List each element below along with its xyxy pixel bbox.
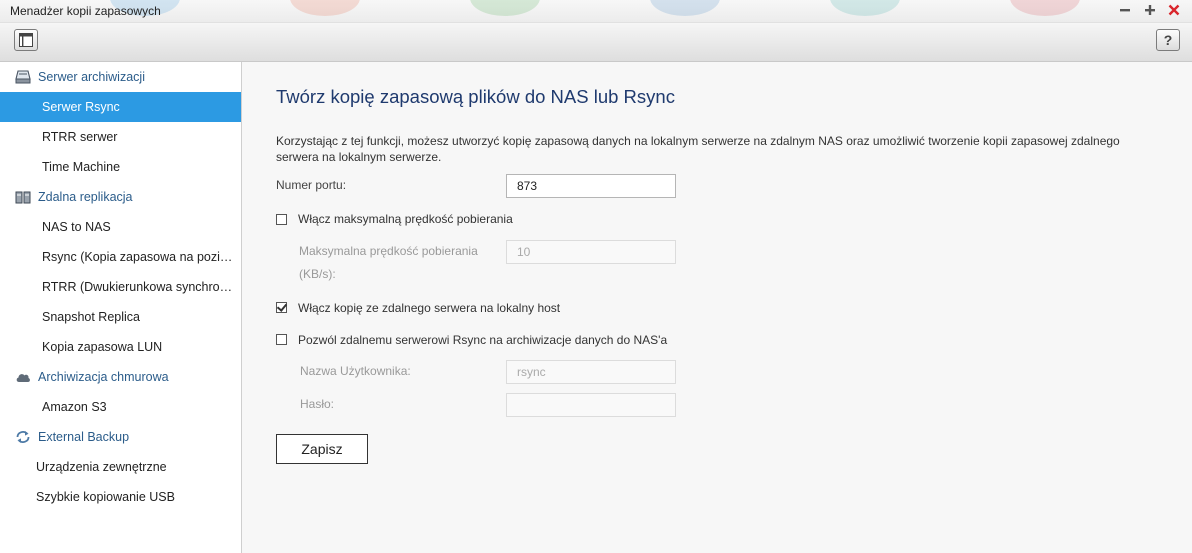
sidebar-item-amazon-s3[interactable]: Amazon S3	[0, 392, 241, 422]
maximize-icon[interactable]	[1140, 1, 1160, 21]
page-title: Twórz kopię zapasową plików do NAS lub R…	[276, 86, 675, 107]
cloud-icon	[16, 374, 30, 382]
port-label: Numer portu:	[276, 178, 347, 192]
sidebar-item-usb-quick-copy[interactable]: Szybkie kopiowanie USB	[0, 482, 241, 512]
allow-remote-rsync-checkbox-label: Pozwól zdalnemu serwerowi Rsync na archi…	[298, 333, 668, 347]
page-description: Korzystając z tej funkcji, możesz utworz…	[276, 134, 1120, 164]
background-decoration	[650, 0, 720, 16]
sidebar-layout-icon	[19, 33, 33, 47]
username-label: Nazwa Użytkownika:	[300, 364, 411, 378]
sidebar-item-lun-backup[interactable]: Kopia zapasowa LUN	[0, 332, 241, 362]
allow-remote-rsync-checkbox[interactable]	[276, 334, 287, 345]
background-decoration	[290, 0, 360, 16]
server-icon	[15, 70, 31, 84]
save-button[interactable]: Zapisz	[276, 434, 368, 464]
sidebar-group-cloud-archive: Archiwizacja chmurowa	[0, 362, 241, 392]
sidebar-group-label: External Backup	[38, 430, 130, 444]
sidebar-item-rtrr-server[interactable]: RTRR serwer	[0, 122, 241, 152]
help-button[interactable]: ?	[1156, 29, 1180, 51]
sidebar-item-rsync-server[interactable]: Serwer Rsync	[0, 92, 241, 122]
sidebar-group-archive-server: Serwer archiwizacji	[0, 62, 241, 92]
port-input[interactable]	[506, 174, 676, 198]
sidebar-item-nas-to-nas[interactable]: NAS to NAS	[0, 212, 241, 242]
max-speed-unit-label: (KB/s):	[299, 267, 336, 281]
title-bar: Menadżer kopii zapasowych	[0, 0, 1192, 23]
sync-arrows-icon	[16, 431, 30, 443]
sidebar-item-rsync-backup[interactable]: Rsync (Kopia zapasowa na poziomie plików…	[0, 242, 241, 272]
max-speed-checkbox[interactable]	[276, 214, 287, 225]
sidebar-item-time-machine[interactable]: Time Machine	[0, 152, 241, 182]
sidebar-group-label: Serwer archiwizacji	[38, 70, 145, 84]
sidebar-group-remote-replication: Zdalna replikacja	[0, 182, 241, 212]
window-title: Menadżer kopii zapasowych	[10, 4, 161, 18]
toolbar: ?	[0, 23, 1192, 62]
sidebar-item-snapshot-replica[interactable]: Snapshot Replica	[0, 302, 241, 332]
username-input[interactable]	[506, 360, 676, 384]
max-speed-checkbox-label: Włącz maksymalną prędkość pobierania	[298, 212, 513, 226]
sidebar-group-label: Archiwizacja chmurowa	[38, 370, 169, 384]
replication-icon	[15, 191, 31, 204]
password-input[interactable]	[506, 393, 676, 417]
max-speed-label: Maksymalna prędkość pobierania	[299, 244, 478, 258]
sidebar-item-external-devices[interactable]: Urządzenia zewnętrzne	[0, 452, 241, 482]
background-decoration	[1010, 0, 1080, 16]
sidebar-item-rtrr-sync[interactable]: RTRR (Dwukierunkowa synchronizacja)	[0, 272, 241, 302]
main-panel: Twórz kopię zapasową plików do NAS lub R…	[242, 62, 1192, 553]
password-label: Hasło:	[300, 397, 335, 411]
sidebar: Serwer archiwizacji Serwer Rsync RTRR se…	[0, 62, 242, 553]
remote-copy-checkbox[interactable]	[276, 302, 287, 313]
toggle-sidebar-button[interactable]	[14, 29, 38, 51]
sidebar-group-external-backup: External Backup	[0, 422, 241, 452]
max-speed-input[interactable]	[506, 240, 676, 264]
sidebar-group-label: Zdalna replikacja	[38, 190, 133, 204]
close-icon[interactable]	[1164, 1, 1184, 21]
minimize-icon[interactable]	[1115, 1, 1135, 21]
background-decoration	[470, 0, 540, 16]
remote-copy-checkbox-label: Włącz kopię ze zdalnego serwera na lokal…	[298, 301, 561, 315]
background-decoration	[830, 0, 900, 16]
